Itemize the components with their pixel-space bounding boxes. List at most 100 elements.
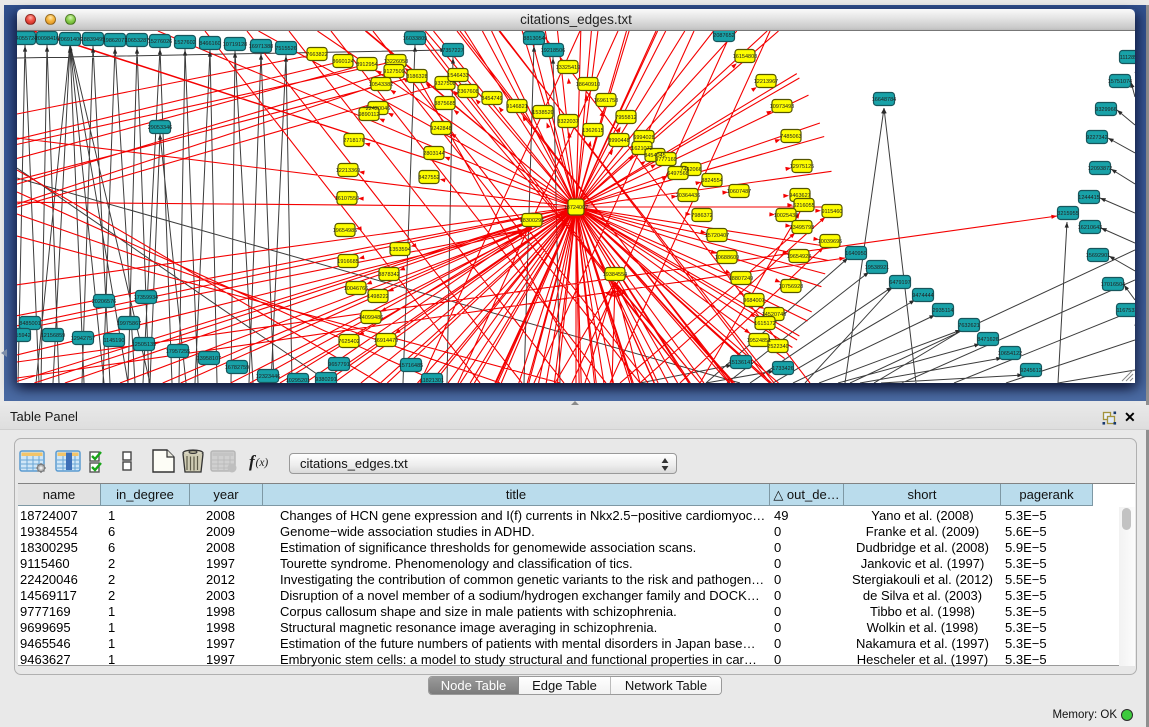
svg-text:2522340: 2522340 — [767, 344, 788, 350]
svg-text:9146821: 9146821 — [506, 104, 527, 110]
svg-text:18300295: 18300295 — [520, 218, 544, 224]
svg-text:16154808: 16154808 — [733, 54, 757, 60]
svg-text:9380291: 9380291 — [315, 377, 336, 383]
svg-text:15136141: 15136141 — [729, 360, 753, 366]
svg-text:12213369: 12213369 — [336, 168, 360, 174]
svg-text:8454749: 8454749 — [481, 96, 502, 102]
svg-text:19538921: 19538921 — [865, 265, 889, 271]
svg-text:12156859: 12156859 — [41, 333, 65, 339]
svg-text:17359934: 17359934 — [134, 295, 158, 301]
svg-text:9463627: 9463627 — [789, 193, 810, 199]
svg-text:9245612: 9245612 — [1020, 368, 1041, 374]
svg-text:7955812: 7955812 — [615, 115, 636, 121]
svg-text:10756928: 10756928 — [779, 284, 803, 290]
svg-text:9474444: 9474444 — [912, 293, 933, 299]
svg-text:8322037: 8322037 — [557, 119, 578, 125]
svg-text:7632621: 7632621 — [958, 323, 979, 329]
svg-text:10295201: 10295201 — [286, 378, 310, 383]
svg-text:29053346: 29053346 — [148, 125, 172, 131]
svg-text:16782759: 16782759 — [225, 365, 249, 371]
svg-text:3875685: 3875685 — [434, 101, 455, 107]
svg-text:12942757: 12942757 — [71, 336, 95, 342]
svg-text:1733426: 1733426 — [772, 366, 793, 372]
svg-text:8186328: 8186328 — [406, 74, 427, 80]
svg-text:6994028: 6994028 — [633, 135, 654, 141]
svg-text:15716485: 15716485 — [399, 363, 423, 369]
svg-text:19654923: 19654923 — [787, 254, 811, 260]
svg-text:16210643: 16210643 — [1078, 225, 1102, 231]
svg-text:16914479: 16914479 — [374, 338, 398, 344]
svg-text:19384554: 19384554 — [603, 272, 627, 278]
svg-text:6216055: 6216055 — [793, 203, 814, 209]
svg-text:20206576: 20206576 — [92, 299, 116, 305]
svg-text:17016504: 17016504 — [1101, 282, 1125, 288]
svg-text:1640950: 1640950 — [845, 251, 866, 257]
svg-text:1546433: 1546433 — [447, 73, 468, 79]
svg-text:7663822: 7663822 — [306, 52, 327, 58]
svg-text:2087652: 2087652 — [713, 33, 734, 39]
svg-text:12093872: 12093872 — [1088, 166, 1112, 172]
svg-text:9890112: 9890112 — [358, 112, 379, 118]
svg-text:20364436: 20364436 — [676, 193, 700, 199]
svg-text:16033809: 16033809 — [403, 36, 427, 42]
svg-text:18807249: 18807249 — [729, 276, 753, 282]
svg-text:10688609: 10688609 — [715, 255, 739, 261]
svg-text:12975125: 12975125 — [790, 164, 814, 170]
svg-text:9329966: 9329966 — [1095, 107, 1116, 113]
svg-text:13958107: 13958107 — [197, 356, 221, 362]
svg-text:13495793: 13495793 — [790, 225, 814, 231]
svg-text:9777169: 9777169 — [655, 157, 676, 163]
svg-text:2718176: 2718176 — [343, 138, 364, 144]
svg-text:16971388: 16971388 — [249, 44, 273, 50]
svg-text:18640910: 18640910 — [576, 82, 600, 88]
svg-text:19975867: 19975867 — [117, 321, 141, 327]
svg-text:10653287: 10653287 — [125, 38, 149, 44]
svg-text:12323446: 12323446 — [256, 374, 280, 380]
svg-text:7986372: 7986372 — [691, 213, 712, 219]
svg-text:15751074: 15751074 — [1108, 79, 1132, 85]
svg-text:10025438: 10025438 — [774, 213, 798, 219]
svg-text:9684007: 9684007 — [743, 298, 764, 304]
svg-text:3215955: 3215955 — [1057, 211, 1078, 217]
svg-text:15692901: 15692901 — [1086, 253, 1110, 259]
svg-text:1167533: 1167533 — [1116, 308, 1135, 314]
svg-text:1353594: 1353594 — [389, 247, 410, 253]
svg-text:12505135: 12505135 — [132, 342, 156, 348]
svg-text:10654122: 10654122 — [998, 351, 1022, 357]
svg-text:1145190: 1145190 — [103, 338, 124, 344]
svg-text:16961758: 16961758 — [594, 98, 618, 104]
svg-text:10719128: 10719128 — [223, 42, 247, 48]
svg-text:9242848: 9242848 — [430, 126, 451, 132]
svg-text:20691406: 20691406 — [58, 37, 82, 43]
svg-text:15720407: 15720407 — [705, 233, 729, 239]
svg-text:8990448: 8990448 — [608, 138, 629, 144]
svg-text:1527602: 1527602 — [174, 40, 195, 46]
svg-text:10607487: 10607487 — [727, 189, 751, 195]
svg-text:1916685: 1916685 — [337, 259, 358, 265]
svg-text:6497568: 6497568 — [667, 171, 688, 177]
svg-text:8471626: 8471626 — [977, 337, 998, 343]
svg-text:7357227: 7357227 — [442, 48, 463, 54]
svg-text:19218506: 19218506 — [541, 48, 565, 54]
svg-text:8466160: 8466160 — [199, 41, 220, 47]
svg-text:19862077: 19862077 — [103, 38, 127, 44]
svg-text:9115460: 9115460 — [821, 209, 842, 215]
svg-text:8878342: 8878342 — [378, 272, 399, 278]
svg-text:9227342: 9227342 — [1086, 135, 1107, 141]
svg-text:14099486: 14099486 — [359, 315, 383, 321]
svg-text:3824554: 3824554 — [701, 178, 722, 184]
svg-text:7485063: 7485063 — [780, 134, 801, 140]
svg-text:9327508: 9327508 — [434, 81, 455, 87]
svg-text:8485001: 8485001 — [19, 321, 40, 327]
svg-text:7515526: 7515526 — [275, 46, 296, 52]
svg-text:8427552: 8427552 — [418, 175, 439, 181]
svg-text:2367608: 2367608 — [457, 89, 478, 95]
svg-text:1498222: 1498222 — [367, 294, 388, 300]
svg-text:8912954: 8912954 — [356, 62, 377, 68]
svg-text:1244415: 1244415 — [1078, 195, 1099, 201]
svg-text:13325419: 13325419 — [556, 65, 580, 71]
svg-text:18724007: 18724007 — [564, 205, 588, 211]
svg-text:1538520: 1538520 — [532, 110, 553, 116]
svg-text:10046766: 10046766 — [344, 286, 368, 292]
svg-text:10543382: 10543382 — [369, 82, 393, 88]
